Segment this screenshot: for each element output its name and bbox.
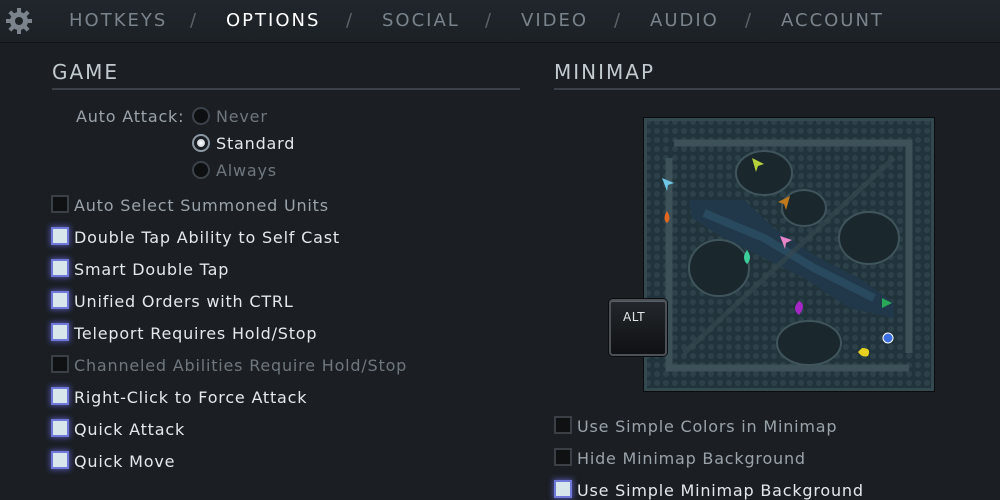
minimap-preview	[641, 115, 937, 394]
tab-separator: /	[485, 10, 492, 31]
tab-social[interactable]: SOCIAL	[382, 10, 460, 31]
smart-double-tap-checkbox[interactable]	[51, 259, 69, 277]
quick-attack-label[interactable]: Quick Attack	[74, 420, 185, 439]
tab-audio[interactable]: AUDIO	[650, 10, 719, 31]
game-section-divider	[52, 88, 520, 90]
tab-video[interactable]: VIDEO	[521, 10, 588, 31]
tab-separator: /	[346, 10, 353, 31]
channeled-abilities-hold-stop-label: Channeled Abilities Require Hold/Stop	[74, 356, 408, 375]
auto-attack-never-radio[interactable]	[192, 107, 210, 125]
simple-colors-minimap-label[interactable]: Use Simple Colors in Minimap	[577, 417, 837, 436]
double-tap-self-cast-checkbox[interactable]	[51, 227, 69, 245]
auto-attack-label: Auto Attack:	[76, 107, 185, 126]
right-click-force-attack-checkbox[interactable]	[51, 387, 69, 405]
smart-double-tap-label[interactable]: Smart Double Tap	[74, 260, 229, 279]
unified-orders-ctrl-checkbox[interactable]	[51, 291, 69, 309]
unified-orders-ctrl-label[interactable]: Unified Orders with CTRL	[74, 292, 294, 311]
minimap-image	[641, 115, 937, 394]
channeled-abilities-hold-stop-checkbox	[51, 355, 69, 373]
tab-options[interactable]: OPTIONS	[226, 10, 320, 31]
minimap-section-divider	[554, 88, 1000, 90]
gear-icon[interactable]	[4, 6, 34, 36]
quick-attack-checkbox[interactable]	[51, 419, 69, 437]
top-nav: HOTKEYS / OPTIONS / SOCIAL / VIDEO / AUD…	[0, 0, 1000, 43]
quick-move-label[interactable]: Quick Move	[74, 452, 175, 471]
auto-select-summoned-units-checkbox[interactable]	[51, 195, 69, 213]
simple-minimap-background-checkbox[interactable]	[554, 480, 572, 498]
tab-separator: /	[614, 10, 621, 31]
simple-colors-minimap-checkbox[interactable]	[554, 416, 572, 434]
tab-separator: /	[745, 10, 752, 31]
tab-hotkeys[interactable]: HOTKEYS	[69, 10, 167, 31]
quick-move-checkbox[interactable]	[51, 451, 69, 469]
teleport-hold-stop-checkbox[interactable]	[51, 323, 69, 341]
auto-attack-standard-label[interactable]: Standard	[216, 134, 295, 153]
teleport-hold-stop-label[interactable]: Teleport Requires Hold/Stop	[74, 324, 317, 343]
auto-attack-always-label[interactable]: Always	[216, 161, 277, 180]
auto-attack-always-radio[interactable]	[192, 161, 210, 179]
alt-key-button[interactable]: ALT	[609, 299, 667, 356]
simple-minimap-background-label[interactable]: Use Simple Minimap Background	[577, 481, 864, 500]
tab-account[interactable]: ACCOUNT	[781, 10, 884, 31]
auto-attack-standard-radio[interactable]	[192, 134, 210, 152]
game-section-title: GAME	[52, 60, 120, 84]
minimap-section-title: MINIMAP	[554, 60, 656, 84]
double-tap-self-cast-label[interactable]: Double Tap Ability to Self Cast	[74, 228, 340, 247]
hide-minimap-background-label[interactable]: Hide Minimap Background	[577, 449, 806, 468]
right-click-force-attack-label[interactable]: Right-Click to Force Attack	[74, 388, 307, 407]
hide-minimap-background-checkbox[interactable]	[554, 448, 572, 466]
alt-key-label: ALT	[623, 310, 646, 324]
auto-attack-never-label[interactable]: Never	[216, 107, 268, 126]
tab-separator: /	[190, 10, 197, 31]
auto-select-summoned-units-label[interactable]: Auto Select Summoned Units	[74, 196, 329, 215]
